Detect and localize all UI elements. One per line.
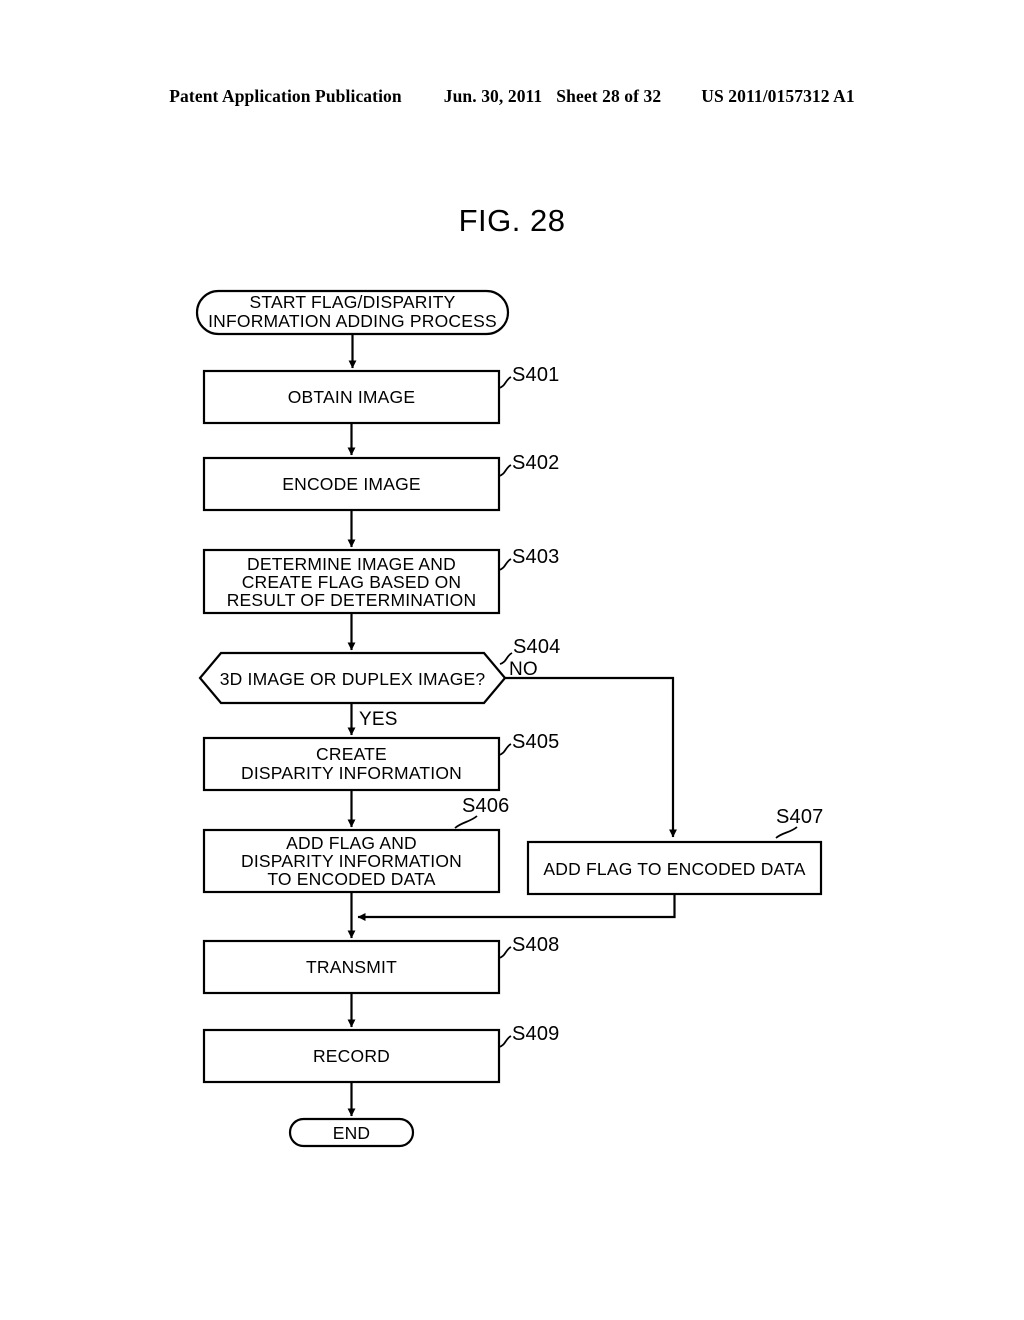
node-s409: RECORD S409 (202, 1023, 560, 1084)
branch-label-yes: YES (359, 709, 398, 730)
node-start-line2: INFORMATION ADDING PROCESS (208, 311, 497, 331)
node-end-label: END (333, 1123, 371, 1143)
node-s407: ADD FLAG TO ENCODED DATA S407 (526, 806, 824, 896)
step-number-s405: S405 (512, 731, 560, 753)
node-s406-line1: ADD FLAG AND (286, 833, 417, 853)
step-number-s407: S407 (776, 806, 824, 828)
step-number-s406: S406 (462, 795, 510, 817)
node-s402-line1: ENCODE IMAGE (282, 474, 421, 494)
node-s408-line1: TRANSMIT (306, 957, 397, 977)
step-number-s404: S404 (513, 636, 561, 658)
node-s403-line1: DETERMINE IMAGE AND (247, 554, 456, 574)
node-s404-decision: 3D IMAGE OR DUPLEX IMAGE? S404 NO (198, 636, 561, 705)
step-number-s401: S401 (512, 364, 560, 386)
node-s403-line2: CREATE FLAG BASED ON (242, 572, 462, 592)
node-end: END (288, 1117, 415, 1148)
node-s405: CREATE DISPARITY INFORMATION S405 (202, 731, 560, 792)
step-number-s409: S409 (512, 1023, 560, 1045)
node-s409-line1: RECORD (313, 1046, 390, 1066)
node-s406-line2: DISPARITY INFORMATION (241, 851, 462, 871)
node-s404-line1: 3D IMAGE OR DUPLEX IMAGE? (220, 669, 486, 689)
branch-label-no: NO (509, 659, 538, 680)
node-s407-line1: ADD FLAG TO ENCODED DATA (543, 859, 805, 879)
flowchart: START FLAG/DISPARITY INFORMATION ADDING … (0, 0, 1024, 1320)
node-s405-line1: CREATE (316, 744, 387, 764)
node-s408: TRANSMIT S408 (202, 934, 560, 995)
node-s402: ENCODE IMAGE S402 (202, 452, 560, 512)
step-number-s402: S402 (512, 452, 560, 474)
node-s406: ADD FLAG AND DISPARITY INFORMATION TO EN… (202, 795, 510, 894)
node-start-line1: START FLAG/DISPARITY (250, 292, 456, 312)
node-s405-line2: DISPARITY INFORMATION (241, 763, 462, 783)
patent-figure-page: Patent Application Publication Jun. 30, … (0, 0, 1024, 1320)
node-start: START FLAG/DISPARITY INFORMATION ADDING … (195, 289, 510, 336)
connector-s407-to-merge (357, 894, 676, 921)
node-s406-line3: TO ENCODED DATA (267, 869, 435, 889)
node-s401: OBTAIN IMAGE S401 (202, 364, 560, 425)
connector-s404-no-to-s407 (505, 676, 677, 838)
node-s401-line1: OBTAIN IMAGE (288, 387, 416, 407)
node-s403: DETERMINE IMAGE AND CREATE FLAG BASED ON… (202, 546, 560, 615)
step-number-s408: S408 (512, 934, 560, 956)
node-s403-line3: RESULT OF DETERMINATION (227, 590, 477, 610)
step-number-s403: S403 (512, 546, 560, 568)
